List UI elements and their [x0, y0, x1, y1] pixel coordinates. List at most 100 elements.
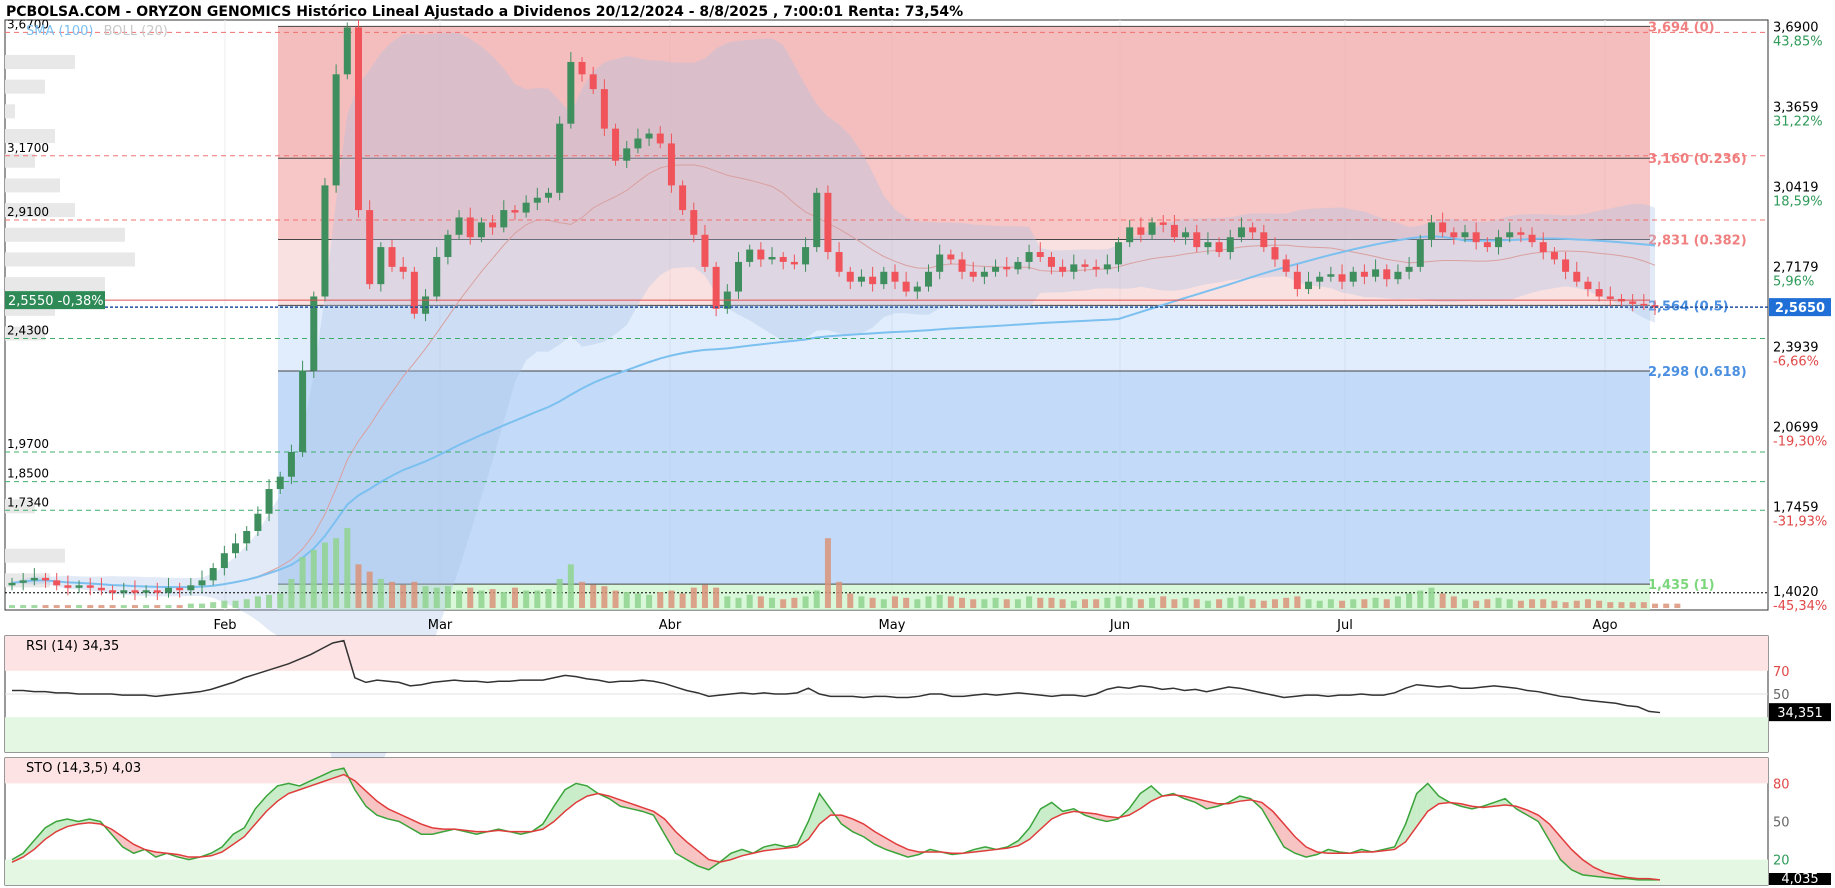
candle-body [1573, 271, 1581, 282]
volume-bar [1126, 597, 1133, 608]
volume-bar [757, 596, 764, 608]
volume-bar [1003, 599, 1010, 608]
candle-body [1249, 227, 1257, 233]
volume-bar [87, 605, 94, 608]
rsi-overbought-zone [5, 636, 1768, 671]
volume-bar [1551, 600, 1558, 608]
sto-last-label: 4,035 [1781, 872, 1818, 887]
volume-bar [254, 596, 261, 608]
candle-body [299, 370, 307, 453]
current-price-label: 2,5650 [1775, 301, 1825, 316]
volume-bar [422, 586, 429, 608]
candle-body [1450, 232, 1458, 238]
right-axis-pct: -31,93% [1773, 514, 1827, 529]
candle-body [354, 27, 362, 211]
right-axis-pct: -6,66% [1773, 354, 1819, 369]
volume-bar [221, 600, 228, 608]
candle-body [265, 489, 273, 514]
volume-bar [377, 578, 384, 608]
candle-body [1148, 222, 1156, 235]
candle-body [42, 577, 50, 581]
volume-bar [266, 594, 273, 608]
candle-body [243, 531, 251, 544]
volume-bar [165, 605, 172, 608]
candle-body [131, 590, 139, 593]
x-axis-label: May [879, 618, 906, 633]
level-label: 3,1700 [7, 141, 49, 155]
volume-bar [1026, 596, 1033, 608]
sma-label[interactable]: SMA (100) [26, 24, 93, 39]
candle-body [466, 217, 474, 238]
volume-bar [400, 584, 407, 608]
volume-bar [42, 605, 49, 608]
x-axis-label: Feb [213, 618, 236, 633]
volume-bar [1562, 602, 1569, 608]
candle-body [846, 271, 854, 282]
candle-body [1495, 237, 1503, 248]
level-label: 1,8500 [7, 467, 49, 481]
candle-body [1226, 237, 1234, 253]
candle-body [690, 210, 698, 235]
candle-body [1215, 242, 1223, 253]
candle-body [790, 261, 798, 265]
rsi-level-label: 50 [1773, 688, 1790, 703]
volume-bar [936, 594, 943, 608]
candle-body [187, 585, 195, 591]
candle-body [779, 256, 787, 262]
candle-body [332, 74, 340, 186]
level-label: 2,9100 [7, 205, 49, 219]
volume-bar [299, 557, 306, 608]
candle-body [1293, 271, 1301, 290]
volume-bar [780, 599, 787, 608]
stock-chart: 3,694 (0)3,160 (0.236)2,831 (0.382)2,564… [4, 17, 1831, 887]
volume-bar [1540, 599, 1547, 608]
volume-bar [1573, 600, 1580, 608]
volume-bar [1473, 600, 1480, 608]
volume-bar [1383, 599, 1390, 608]
volume-bar [891, 596, 898, 608]
volume-bar [76, 605, 83, 608]
volume-bar [1037, 597, 1044, 608]
boll-label[interactable]: BOLL (20) [104, 24, 168, 39]
volume-bar [1361, 599, 1368, 608]
sto-level-label: 50 [1773, 816, 1790, 831]
candle-body [1517, 232, 1525, 235]
volume-bar [1428, 587, 1435, 608]
x-axis-label: Jun [1109, 618, 1130, 633]
candle-body [1316, 276, 1324, 282]
candle-body [1360, 271, 1368, 277]
volume-bar [489, 589, 496, 608]
chart-screen: 3,694 (0) 3,160 (0.236) 2,831 (0.382) 2,564… [0, 0, 1835, 888]
volume-bar [143, 605, 150, 608]
volume-bar [1070, 600, 1077, 608]
volume-bar [545, 589, 552, 608]
candle-body [556, 123, 564, 193]
volume-bar [601, 586, 608, 608]
candle-body [980, 271, 988, 277]
candle-body [645, 133, 653, 139]
candle-body [1327, 274, 1335, 277]
volume-bar [1406, 593, 1413, 608]
candle-body [1383, 269, 1391, 280]
candle-body [1427, 222, 1435, 240]
candle-body [287, 452, 295, 477]
sto-level-label: 80 [1773, 777, 1790, 792]
candle-body [1025, 252, 1033, 262]
volume-bar [847, 593, 854, 608]
volume-bar [1372, 597, 1379, 608]
volume-bar [1081, 599, 1088, 608]
candle-body [1640, 303, 1648, 306]
sto-level-label: 20 [1773, 854, 1790, 869]
fib-label: 1,435 (1) [1648, 578, 1715, 593]
volume-bar [1305, 599, 1312, 608]
volume-bar [668, 590, 675, 608]
volume-profile-bar [5, 104, 15, 119]
volume-bar [444, 586, 451, 608]
candle-body [1092, 266, 1100, 270]
candle-body [1047, 256, 1055, 267]
volume-bar [98, 605, 105, 608]
candle-body [30, 577, 38, 581]
candle-body [1562, 259, 1570, 272]
candle-body [343, 27, 351, 75]
volume-profile-bar [5, 548, 65, 563]
